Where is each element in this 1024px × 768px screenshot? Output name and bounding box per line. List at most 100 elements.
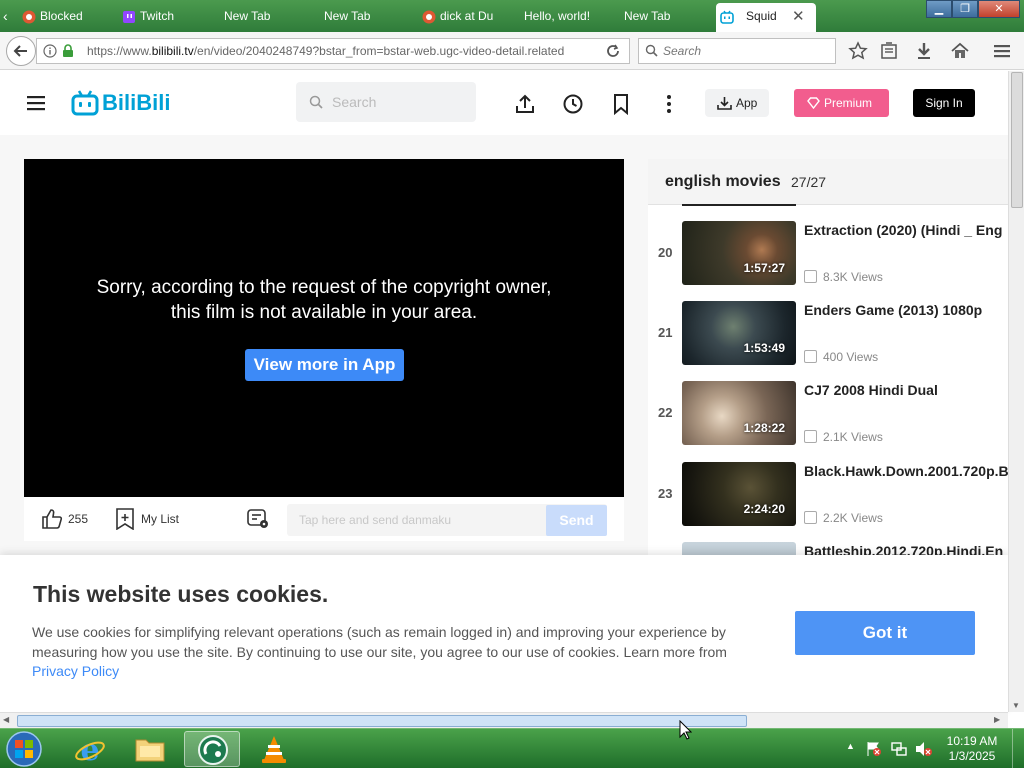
menu-icon[interactable]: [992, 41, 1012, 61]
download-app-button[interactable]: App: [705, 89, 769, 117]
item-title[interactable]: Enders Game (2013) 1080p: [804, 302, 982, 318]
tab-scroll-left-icon[interactable]: ‹: [3, 8, 8, 24]
twitch-icon: [123, 11, 135, 23]
scroll-down-arrow-icon[interactable]: ▼: [1012, 701, 1020, 710]
info-icon[interactable]: [43, 44, 57, 58]
show-hidden-icons-icon[interactable]: ▲: [846, 741, 855, 751]
show-desktop-button[interactable]: [1012, 729, 1024, 768]
item-title[interactable]: Black.Hawk.Down.2001.720p.B: [804, 463, 1008, 479]
back-button[interactable]: [6, 36, 36, 66]
send-danmaku-button[interactable]: Send: [546, 505, 607, 536]
playlist-title: english movies: [665, 173, 781, 190]
playlist-item[interactable]: 22 1:28:22 CJ7 2008 Hindi Dual 2.1K View…: [648, 381, 1008, 447]
history-clock-icon[interactable]: [562, 93, 584, 115]
reload-icon[interactable]: [605, 43, 621, 59]
item-index: 22: [658, 405, 673, 420]
playlist-item[interactable]: 24 Battleship.2012.720p.Hindi.En: [648, 542, 1008, 555]
duration-badge: 1:57:27: [743, 261, 785, 275]
horizontal-scrollbar[interactable]: ◀ ▶: [0, 712, 1008, 728]
scroll-left-arrow-icon[interactable]: ◀: [3, 715, 9, 724]
download-icon[interactable]: [914, 41, 934, 61]
tab-label: Twitch: [140, 9, 175, 23]
upload-icon[interactable]: [514, 93, 536, 115]
address-bar[interactable]: https://www.bilibili.tv/en/video/2040248…: [36, 38, 630, 64]
network-icon[interactable]: [891, 741, 907, 757]
danmaku-settings-icon[interactable]: [247, 509, 269, 529]
privacy-policy-link[interactable]: Privacy Policy: [32, 663, 119, 679]
taskbar-internet-explorer[interactable]: e: [62, 731, 118, 767]
playlist-item[interactable]: 23 2:24:20 Black.Hawk.Down.2001.720p.B 2…: [648, 462, 1008, 528]
view-more-in-app-button[interactable]: View more in App: [245, 349, 404, 381]
reading-list-icon[interactable]: [879, 41, 899, 61]
premium-button[interactable]: Premium: [794, 89, 889, 117]
more-vertical-icon[interactable]: [658, 93, 680, 115]
tab-label: Squid: [746, 9, 777, 23]
like-thumb-icon[interactable]: [41, 508, 63, 530]
taskbar-browser-active[interactable]: [184, 731, 240, 767]
cookie-title: This website uses cookies.: [33, 581, 329, 607]
taskbar-vlc[interactable]: [246, 731, 302, 767]
close-window-icon[interactable]: ✕: [978, 0, 1020, 18]
taskbar-file-explorer[interactable]: [122, 731, 178, 767]
sign-in-button[interactable]: Sign In: [913, 89, 975, 117]
my-list-label[interactable]: My List: [141, 512, 179, 526]
flag-notification-icon[interactable]: [866, 741, 882, 757]
add-to-list-icon[interactable]: [115, 508, 135, 530]
playlist-header[interactable]: english movies 27/27: [648, 159, 1008, 205]
tab-hello-world[interactable]: Hello, world!: [524, 3, 614, 30]
got-it-button[interactable]: Got it: [795, 611, 975, 655]
item-index: 20: [658, 245, 673, 260]
video-thumbnail[interactable]: 2:24:20: [682, 462, 796, 526]
vertical-scroll-thumb[interactable]: [1011, 72, 1023, 208]
tab-squid-active[interactable]: Squid ✕: [716, 3, 816, 32]
search-icon: [645, 44, 658, 57]
vlc-icon: [262, 736, 286, 763]
item-views: 2.1K Views: [804, 430, 883, 444]
tab-twitch[interactable]: Twitch: [118, 3, 216, 30]
video-thumbnail[interactable]: [682, 542, 796, 555]
start-button-icon[interactable]: [4, 730, 44, 768]
tab-new-1[interactable]: New Tab: [224, 3, 314, 30]
playlist-item[interactable]: 20 1:57:27 Extraction (2020) (Hindi _ En…: [648, 221, 1008, 287]
scroll-right-arrow-icon[interactable]: ▶: [994, 715, 1000, 724]
tab-blocked[interactable]: Blocked: [18, 3, 116, 30]
tab-new-2[interactable]: New Tab: [324, 3, 414, 30]
restore-icon[interactable]: ❐: [952, 0, 978, 18]
item-title[interactable]: Extraction (2020) (Hindi _ Eng: [804, 222, 1002, 238]
vertical-scrollbar[interactable]: ▼: [1008, 71, 1024, 712]
internet-explorer-icon: e: [75, 733, 105, 765]
hamburger-menu-icon[interactable]: [27, 95, 45, 111]
system-clock[interactable]: 10:19 AM 1/3/2025: [942, 734, 1002, 764]
site-search-input[interactable]: Search: [296, 82, 476, 122]
video-player[interactable]: Sorry, according to the request of the c…: [24, 159, 624, 497]
playlist-item[interactable]: 21 1:53:49 Enders Game (2013) 1080p 400 …: [648, 301, 1008, 367]
tab-label: New Tab: [624, 9, 671, 23]
cookie-banner: This website uses cookies. We use cookie…: [0, 555, 1008, 712]
search-icon: [309, 95, 323, 109]
item-title[interactable]: CJ7 2008 Hindi Dual: [804, 382, 938, 398]
tab-new-3[interactable]: New Tab: [624, 3, 710, 30]
bookmark-icon[interactable]: [610, 93, 632, 115]
play-icon: [804, 270, 817, 283]
minimize-icon[interactable]: ▁: [926, 0, 952, 18]
home-icon[interactable]: [950, 41, 970, 61]
item-index: 23: [658, 486, 673, 501]
tab-label: Hello, world!: [524, 9, 591, 23]
search-placeholder: Search: [663, 44, 702, 58]
item-views: 2.2K Views: [804, 511, 883, 525]
video-thumbnail[interactable]: 1:53:49: [682, 301, 796, 365]
video-thumbnail[interactable]: 1:28:22: [682, 381, 796, 445]
tab-label: Blocked: [40, 9, 83, 23]
tab-close-icon[interactable]: ✕: [792, 3, 805, 30]
video-thumbnail[interactable]: 1:57:27: [682, 221, 796, 285]
download-icon: [717, 97, 732, 110]
browser-nav-bar: https://www.bilibili.tv/en/video/2040248…: [0, 32, 1024, 70]
tab-duckduckgo[interactable]: dick at Du: [418, 3, 514, 30]
horizontal-scroll-thumb[interactable]: [17, 715, 747, 727]
window-controls: ▁ ❐ ✕: [926, 0, 1020, 18]
volume-muted-icon[interactable]: [915, 741, 933, 757]
browser-search-input[interactable]: Search: [638, 38, 836, 64]
item-title[interactable]: Battleship.2012.720p.Hindi.En: [804, 543, 1003, 555]
play-icon: [804, 430, 817, 443]
bookmark-star-icon[interactable]: [848, 41, 868, 61]
